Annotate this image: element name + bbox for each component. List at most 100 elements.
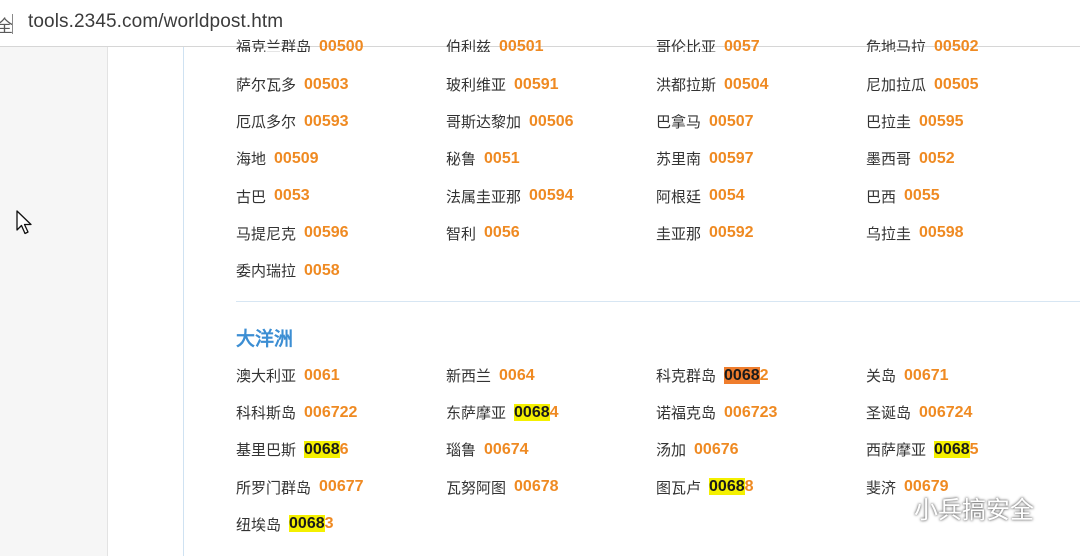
country-name: 所罗门群岛: [236, 478, 312, 497]
postal-code: 00502: [934, 38, 979, 52]
country-name: 基里巴斯: [236, 441, 297, 460]
country-entry: 委内瑞拉 0058: [236, 252, 446, 289]
clipped-row: 福克兰群岛 00500 伯利兹 00501 哥伦比亚 0057 危地马拉 00502: [236, 38, 1080, 52]
postal-code: 00686: [304, 440, 349, 459]
postal-code: 0057: [724, 38, 760, 52]
country-name: 汤加: [656, 441, 687, 460]
postal-code: 0056: [484, 224, 520, 242]
postal-code: 00685: [934, 440, 979, 459]
country-name: 委内瑞拉: [236, 262, 297, 281]
postal-code: 00507: [709, 112, 754, 130]
country-entry: 东萨摩亚 00684: [446, 394, 656, 431]
postal-code: 0051: [484, 149, 520, 167]
postal-code: 00509: [274, 149, 319, 167]
country-entry: 苏里南 00597: [656, 140, 866, 177]
postal-code: 00676: [694, 440, 739, 458]
country-name: 西萨摩亚: [866, 441, 927, 460]
postal-code: 0052: [919, 149, 955, 167]
code-remainder: 8: [744, 478, 754, 496]
country-name: 关岛: [866, 367, 897, 386]
country-entry: 瑙鲁 00674: [446, 431, 656, 468]
country-name: 福克兰群岛: [236, 38, 312, 52]
country-entry: 法属圭亚那 00594: [446, 178, 656, 215]
postal-code: 00501: [499, 38, 544, 52]
country-entry: 巴拉圭 00595: [866, 103, 1080, 140]
country-entry: 所罗门群岛 00677: [236, 469, 446, 506]
country-name: 圭亚那: [656, 224, 702, 243]
country-entry: 图瓦卢 00688: [656, 469, 866, 506]
south-america-grid: 萨尔瓦多 00503 玻利维亚 00591 洪都拉斯 00504 尼加拉瓜 00505 厄瓜多尔…: [236, 66, 1080, 289]
country-name: 秘鲁: [446, 150, 477, 169]
postal-code: 0053: [274, 187, 310, 205]
country-name: 厄瓜多尔: [236, 113, 297, 132]
country-entry: 哥斯达黎加 00506: [446, 103, 656, 140]
country-entry: 智利 0056: [446, 215, 656, 252]
code-remainder: 2: [759, 366, 769, 384]
postal-code: 00683: [289, 515, 334, 533]
country-entry: 关岛 00671: [866, 357, 1080, 394]
country-name: 诺福克岛: [656, 404, 717, 423]
country-name: 纽埃岛: [236, 515, 282, 534]
postal-code: 006723: [724, 403, 778, 421]
country-entry: 巴拿马 00507: [656, 103, 866, 140]
mouse-cursor-icon: [16, 210, 32, 235]
code-remainder: 5: [969, 440, 979, 458]
postal-code: 006724: [919, 403, 973, 421]
country-entry: 新西兰 0064: [446, 357, 656, 394]
url-text[interactable]: tools.2345.com/worldpost.htm: [28, 11, 283, 33]
country-entry: 玻利维亚 00591: [446, 66, 656, 103]
country-name: 科科斯岛: [236, 404, 297, 423]
code-remainder: 3: [324, 515, 334, 533]
country-name: 尼加拉瓜: [866, 76, 927, 95]
country-entry: 厄瓜多尔 00593: [236, 103, 446, 140]
country-entry: 诺福克岛 006723: [656, 394, 866, 431]
search-match: 0068: [514, 403, 550, 421]
country-name: 海地: [236, 150, 267, 169]
country-name: 哥斯达黎加: [446, 113, 522, 132]
country-entry: 墨西哥 0052: [866, 140, 1080, 177]
clipped-country-grid: 福克兰群岛 00500 伯利兹 00501 哥伦比亚 0057 危地马拉 00502: [236, 38, 1080, 52]
country-entry: 哥伦比亚 0057: [656, 38, 866, 52]
postal-code: 00504: [724, 75, 769, 93]
code-remainder: 6: [339, 440, 349, 458]
country-entry: 古巴 0053: [236, 178, 446, 215]
country-name: 智利: [446, 224, 477, 243]
postal-code: 00503: [304, 75, 349, 93]
country-entry: 圭亚那 00592: [656, 215, 866, 252]
postal-code: 00684: [514, 403, 559, 422]
left-panel: [0, 47, 108, 556]
country-name: 玻利维亚: [446, 76, 507, 95]
address-separator: [12, 14, 13, 34]
country-name: 危地马拉: [866, 38, 927, 52]
country-entry: 伯利兹 00501: [446, 38, 656, 52]
country-name: 古巴: [236, 187, 267, 206]
country-name: 新西兰: [446, 367, 492, 386]
country-name: 图瓦卢: [656, 478, 702, 497]
country-name: 科克群岛: [656, 367, 717, 386]
country-entry: 西萨摩亚 00685: [866, 431, 1080, 468]
postal-code: 00678: [514, 478, 559, 496]
country-name: 苏里南: [656, 150, 702, 169]
country-name: 乌拉圭: [866, 224, 912, 243]
country-entry: 科科斯岛 006722: [236, 394, 446, 431]
country-entry: 基里巴斯 00686: [236, 431, 446, 468]
postal-code: 00682: [724, 366, 769, 385]
country-name: 瑙鲁: [446, 441, 477, 460]
country-entry: 海地 00509: [236, 140, 446, 177]
country-name: 圣诞岛: [866, 404, 912, 423]
country-name: 马提尼克: [236, 224, 297, 243]
country-entry: 澳大利亚 0061: [236, 357, 446, 394]
country-entry: 福克兰群岛 00500: [236, 38, 446, 52]
content-border-line: [183, 47, 184, 556]
search-match: 0068: [304, 440, 340, 458]
wechat-icon: [875, 494, 906, 519]
postal-code: 00596: [304, 224, 349, 242]
search-match: 0068: [934, 440, 970, 458]
country-name: 墨西哥: [866, 150, 912, 169]
postal-code: 00592: [709, 224, 754, 242]
country-entry: 科克群岛 00682: [656, 357, 866, 394]
country-entry: 洪都拉斯 00504: [656, 66, 866, 103]
postal-code: 0054: [709, 187, 745, 205]
postal-code: 00505: [934, 75, 979, 93]
search-match: 0068: [289, 515, 325, 533]
